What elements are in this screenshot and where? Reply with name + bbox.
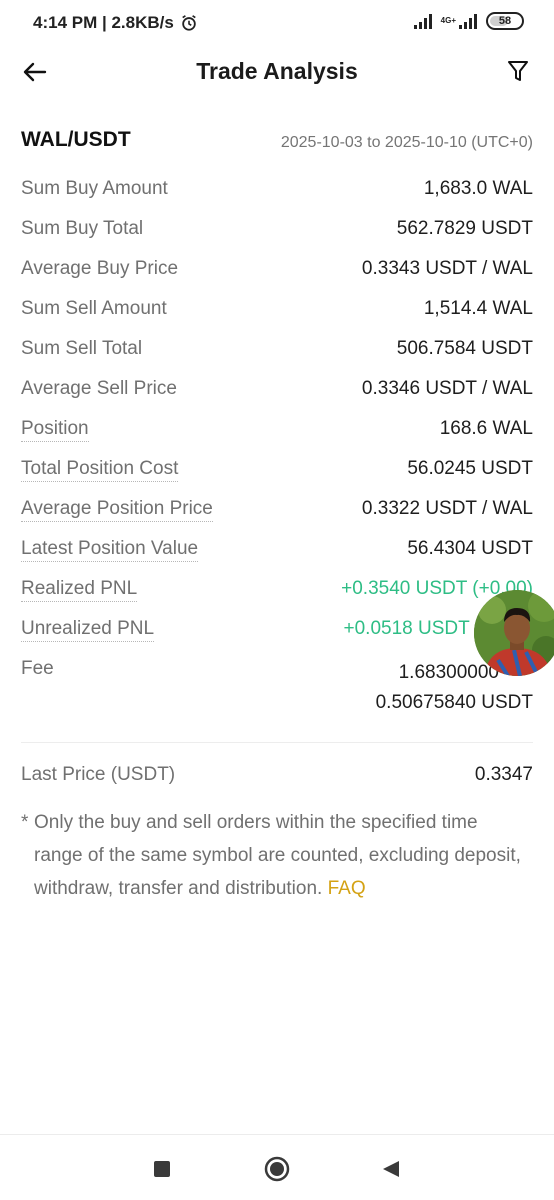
- row-latest-position-value: Latest Position Value 56.4304 USDT: [21, 528, 533, 568]
- row-value: 1,514.4 WAL: [423, 298, 533, 319]
- row-value: 0.3343 USDT / WAL: [361, 258, 533, 279]
- row-label: Sum Sell Total: [21, 338, 143, 359]
- last-price-label: Last Price (USDT): [21, 764, 176, 785]
- faq-link[interactable]: FAQ: [328, 878, 366, 899]
- signal-icon-2: [459, 14, 477, 29]
- unrealized-pnl-value: +0.0518 USDT (: [343, 618, 481, 639]
- network-indicator: 4G+: [441, 12, 480, 30]
- row-value: 168.6 WAL: [439, 418, 533, 439]
- system-nav-bar: [0, 1134, 554, 1200]
- network-label: 4G+: [440, 16, 456, 25]
- row-value: 506.7584 USDT: [396, 338, 533, 359]
- total-position-cost-label-tooltip[interactable]: Total Position Cost: [21, 458, 179, 482]
- disclaimer-note: * Only the buy and sell orders within th…: [21, 806, 526, 905]
- row-label: Sum Sell Amount: [21, 298, 167, 319]
- realized-pnl-label-tooltip[interactable]: Realized PNL: [21, 578, 138, 602]
- row-label: Average Buy Price: [21, 258, 179, 279]
- row-value: 56.4304 USDT: [407, 538, 533, 559]
- note-asterisk: *: [21, 812, 29, 833]
- latest-position-value-label-tooltip[interactable]: Latest Position Value: [21, 538, 199, 562]
- row-fee: Fee 1.68300000 0.50675840 USDT: [21, 648, 533, 728]
- last-price-value: 0.3347: [474, 764, 533, 785]
- battery-icon: 58: [486, 12, 524, 30]
- row-value: 562.7829 USDT: [396, 218, 533, 239]
- status-right: 4G+ 58: [413, 12, 524, 30]
- row-total-position-cost: Total Position Cost 56.0245 USDT: [21, 448, 533, 488]
- row-value: 56.0245 USDT: [407, 458, 533, 479]
- funnel-icon[interactable]: [506, 58, 530, 84]
- unrealized-pnl-label-tooltip[interactable]: Unrealized PNL: [21, 618, 155, 642]
- row-unrealized-pnl: Unrealized PNL +0.0518 USDT (: [21, 608, 533, 648]
- analysis-rows: Sum Buy Amount 1,683.0 WAL Sum Buy Total…: [21, 168, 533, 728]
- fee-label: Fee: [21, 658, 54, 679]
- row-sum-buy-total: Sum Buy Total 562.7829 USDT: [21, 208, 533, 248]
- symbol-row: WAL/USDT 2025-10-03 to 2025-10-10 (UTC+0…: [21, 128, 533, 158]
- row-average-position-price: Average Position Price 0.3322 USDT / WAL: [21, 488, 533, 528]
- alarm-clock-icon: [182, 15, 196, 31]
- home-circle-icon[interactable]: [264, 1156, 290, 1182]
- recent-apps-square-icon[interactable]: [154, 1161, 170, 1177]
- note-text-wrap: Only the buy and sell orders within the …: [21, 806, 526, 905]
- status-time-speed: 4:14 PM | 2.8KB/s: [33, 13, 174, 32]
- last-price-row: Last Price (USDT) 0.3347: [21, 762, 533, 792]
- row-realized-pnl: Realized PNL +0.3540 USDT (+0.00): [21, 568, 533, 608]
- row-sum-buy-amount: Sum Buy Amount 1,683.0 WAL: [21, 168, 533, 208]
- row-average-sell-price: Average Sell Price 0.3346 USDT / WAL: [21, 368, 533, 408]
- divider: [21, 742, 533, 743]
- row-value: 1,683.0 WAL: [423, 178, 533, 199]
- row-value: 0.3322 USDT / WAL: [361, 498, 533, 519]
- signal-icon: [413, 14, 432, 29]
- floating-avatar[interactable]: [474, 590, 554, 676]
- status-left: 4:14 PM | 2.8KB/s: [33, 13, 198, 33]
- average-position-price-label-tooltip[interactable]: Average Position Price: [21, 498, 213, 522]
- position-label-tooltip[interactable]: Position: [21, 418, 89, 442]
- fee-line-2: 0.50675840 USDT: [375, 692, 533, 713]
- battery-level: 58: [498, 15, 512, 27]
- date-range: 2025-10-03 to 2025-10-10 (UTC+0): [280, 134, 533, 151]
- row-value: 0.3346 USDT / WAL: [361, 378, 533, 399]
- row-sum-sell-amount: Sum Sell Amount 1,514.4 WAL: [21, 288, 533, 328]
- page-title: Trade Analysis: [196, 58, 358, 84]
- row-label: Sum Buy Amount: [21, 178, 168, 199]
- header: Trade Analysis: [0, 46, 554, 98]
- row-label: Sum Buy Total: [21, 218, 144, 239]
- row-sum-sell-total: Sum Sell Total 506.7584 USDT: [21, 328, 533, 368]
- symbol-title: WAL/USDT: [21, 128, 131, 151]
- back-triangle-icon[interactable]: [381, 1159, 401, 1179]
- avatar-image: [474, 590, 554, 676]
- row-label: Average Sell Price: [21, 378, 177, 399]
- status-bar: 4:14 PM | 2.8KB/s 4G+ 58: [0, 0, 554, 46]
- row-average-buy-price: Average Buy Price 0.3343 USDT / WAL: [21, 248, 533, 288]
- fee-line-1: 1.68300000: [398, 662, 499, 683]
- note-text: Only the buy and sell orders within the …: [34, 812, 521, 899]
- row-position: Position 168.6 WAL: [21, 408, 533, 448]
